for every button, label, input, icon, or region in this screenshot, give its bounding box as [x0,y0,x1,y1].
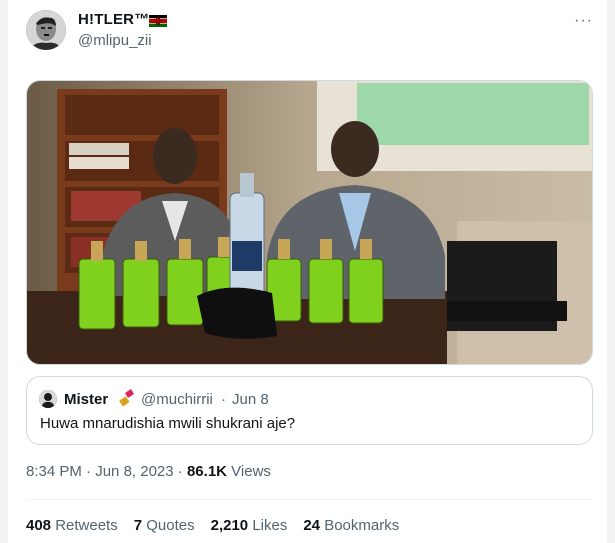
quotes-stat[interactable]: 7 Quotes [134,517,195,534]
tweet-stats: 408 Retweets 7 Quotes 2,210 Likes 24 Bookma… [26,517,415,534]
left-frame [0,0,8,543]
tweet-meta: 8:34 PM · Jun 8, 2023 · 86.1K Views [26,463,271,480]
tweet-time[interactable]: 8:34 PM [26,463,82,480]
likes-stat[interactable]: 2,210 Likes [211,517,288,534]
retweets-count: 408 [26,517,52,534]
retweets-label: Retweets [51,517,118,534]
views-count: 86.1K [186,463,227,480]
meta-separator: · [173,463,187,480]
tweet-card: H!TLER™ @mlipu_zii ··· Mister @muchirrii… [8,0,607,543]
quoted-author-handle: @muchirrii [141,391,213,408]
quotes-label: Quotes [142,517,195,534]
likes-label: Likes [248,517,288,534]
kenya-flag-icon [149,14,167,27]
right-frame [607,0,615,543]
quoted-separator: · [221,391,226,408]
quoted-tweet[interactable]: Mister @muchirrii · Jun 8 Huwa mnarudish… [26,376,593,445]
meta-separator: · [81,463,96,480]
author-handle[interactable]: @mlipu_zii [78,32,152,49]
quoted-author-name: Mister [64,391,109,408]
divider [26,499,593,500]
tweet-photo[interactable] [26,80,593,365]
retweets-stat[interactable]: 408 Retweets [26,517,118,534]
bookmarks-label: Bookmarks [320,517,400,534]
quoted-date: Jun 8 [232,391,269,408]
quotes-count: 7 [133,517,143,534]
lipstick-icon [117,388,137,408]
quoted-text: Huwa mnarudishia mwili shukrani aje? [40,415,296,432]
quoted-author-avatar [39,390,57,408]
likes-count: 2,210 [210,517,249,534]
tweet-date[interactable]: Jun 8, 2023 [95,463,173,480]
author-display-name[interactable]: H!TLER™ [78,11,149,28]
bookmarks-count: 24 [303,517,321,534]
views-label: Views [227,463,271,480]
bookmarks-stat[interactable]: 24 Bookmarks [303,517,399,534]
author-avatar[interactable] [26,10,66,50]
more-options-icon[interactable]: ··· [574,12,593,30]
